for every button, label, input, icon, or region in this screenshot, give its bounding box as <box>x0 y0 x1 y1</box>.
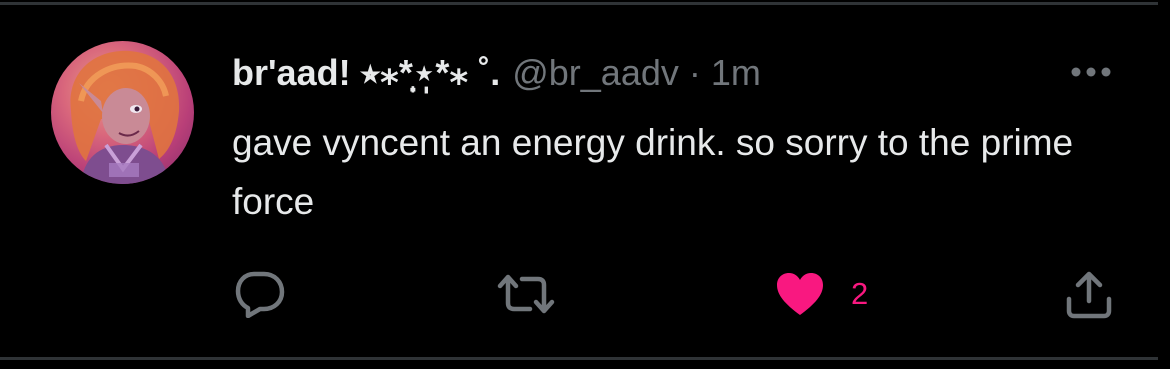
more-options-button[interactable] <box>1068 60 1114 84</box>
author-display-name[interactable]: br'aad! ⭒⁎*̣̩⋆̩*⁎ ˚. <box>232 52 500 95</box>
timestamp[interactable]: 1m <box>711 52 761 94</box>
more-icon <box>1071 67 1111 77</box>
tweet-card[interactable]: br'aad! ⭒⁎*̣̩⋆̩*⁎ ˚. @br_aadv · 1m gave … <box>0 0 1170 369</box>
reply-button[interactable] <box>234 268 286 320</box>
retweet-icon <box>497 274 555 314</box>
separator-dot: · <box>688 52 701 93</box>
retweet-button[interactable] <box>496 268 556 320</box>
bottom-divider <box>0 357 1158 360</box>
heart-icon <box>777 273 823 315</box>
author-handle[interactable]: @br_aadv <box>512 52 679 94</box>
like-button[interactable]: 2 <box>775 268 868 320</box>
share-icon <box>1066 271 1112 319</box>
share-button[interactable] <box>1064 268 1114 320</box>
tweet-text: gave vyncent an energy drink. so sorry t… <box>232 122 1074 222</box>
avatar[interactable] <box>51 41 194 184</box>
avatar-image <box>70 50 180 184</box>
like-count: 2 <box>851 276 869 311</box>
top-divider <box>0 2 1158 5</box>
tweet-header: br'aad! ⭒⁎*̣̩⋆̩*⁎ ˚. @br_aadv · 1m <box>232 50 761 96</box>
reply-icon <box>235 271 285 318</box>
